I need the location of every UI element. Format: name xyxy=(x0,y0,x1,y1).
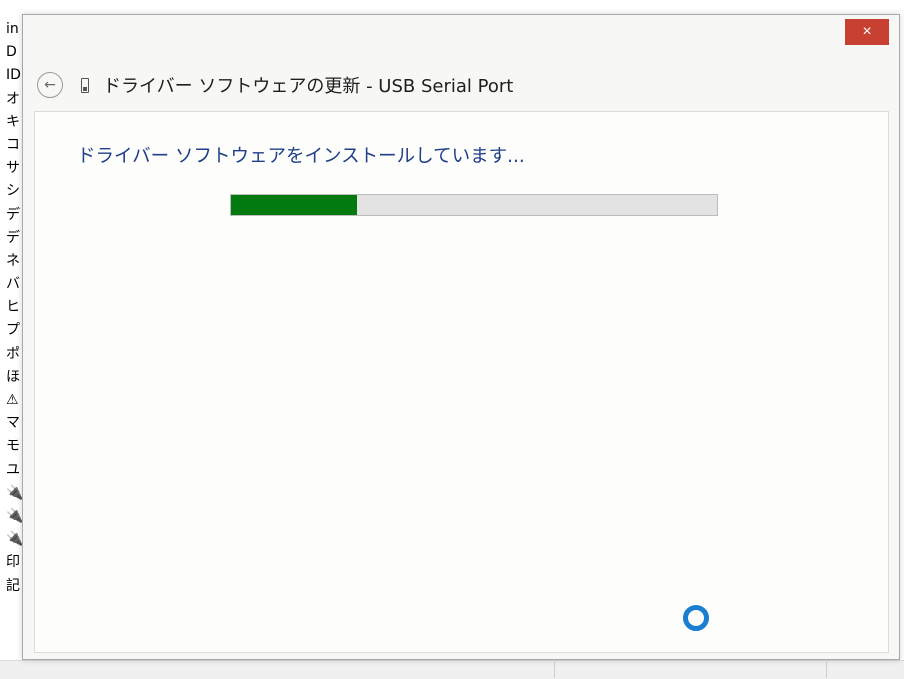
device-category-label: ポ xyxy=(6,345,20,362)
device-category-label: ほ xyxy=(6,368,20,385)
device-category-label: ネ xyxy=(6,252,20,269)
device-category-label: 🔌 xyxy=(6,484,24,501)
update-driver-dialog: × ← ドライバー ソフトウェアの更新 - USB Serial Port ドラ… xyxy=(22,14,900,660)
device-category-label: ⚠ xyxy=(6,392,19,408)
back-arrow-icon: ← xyxy=(44,77,56,93)
device-category-label: プ xyxy=(6,322,20,339)
dialog-header: ← ドライバー ソフトウェアの更新 - USB Serial Port xyxy=(37,71,513,99)
dialog-title: ドライバー ソフトウェアの更新 - USB Serial Port xyxy=(103,76,514,97)
status-separator xyxy=(554,662,555,678)
device-category-label: バ xyxy=(6,276,20,293)
dialog-content: ドライバー ソフトウェアをインストールしています... xyxy=(34,111,889,653)
device-category-label: サ xyxy=(6,160,20,177)
busy-spinner-icon xyxy=(683,605,709,631)
device-category-label: デ xyxy=(6,206,20,223)
device-category-label: 🔌 xyxy=(6,531,24,548)
back-button[interactable]: ← xyxy=(37,72,63,98)
device-category-label: マ xyxy=(6,415,20,432)
close-button[interactable]: × xyxy=(845,19,889,45)
progress-fill xyxy=(231,195,358,215)
install-status-message: ドライバー ソフトウェアをインストールしています... xyxy=(77,146,525,167)
device-category-label: ヒ xyxy=(6,299,20,316)
device-category-label: ID xyxy=(6,67,21,84)
device-category-label: ユ xyxy=(6,461,20,478)
device-category-label: 印 xyxy=(6,554,20,571)
status-separator xyxy=(826,662,827,678)
device-category-label: モ xyxy=(6,438,20,455)
device-category-label: コ xyxy=(6,136,20,153)
device-category-label: in xyxy=(6,21,19,37)
device-category-label: デ xyxy=(6,229,20,246)
device-category-label: キ xyxy=(6,113,20,130)
device-category-label: 記 xyxy=(6,577,20,594)
install-progress-bar xyxy=(230,194,718,216)
usb-device-icon xyxy=(81,77,89,93)
device-category-label: 🔌 xyxy=(6,507,24,524)
status-bar xyxy=(0,660,904,679)
device-category-label: シ xyxy=(6,183,20,200)
device-category-label: D xyxy=(6,44,17,61)
device-category-label: オ xyxy=(6,90,20,107)
